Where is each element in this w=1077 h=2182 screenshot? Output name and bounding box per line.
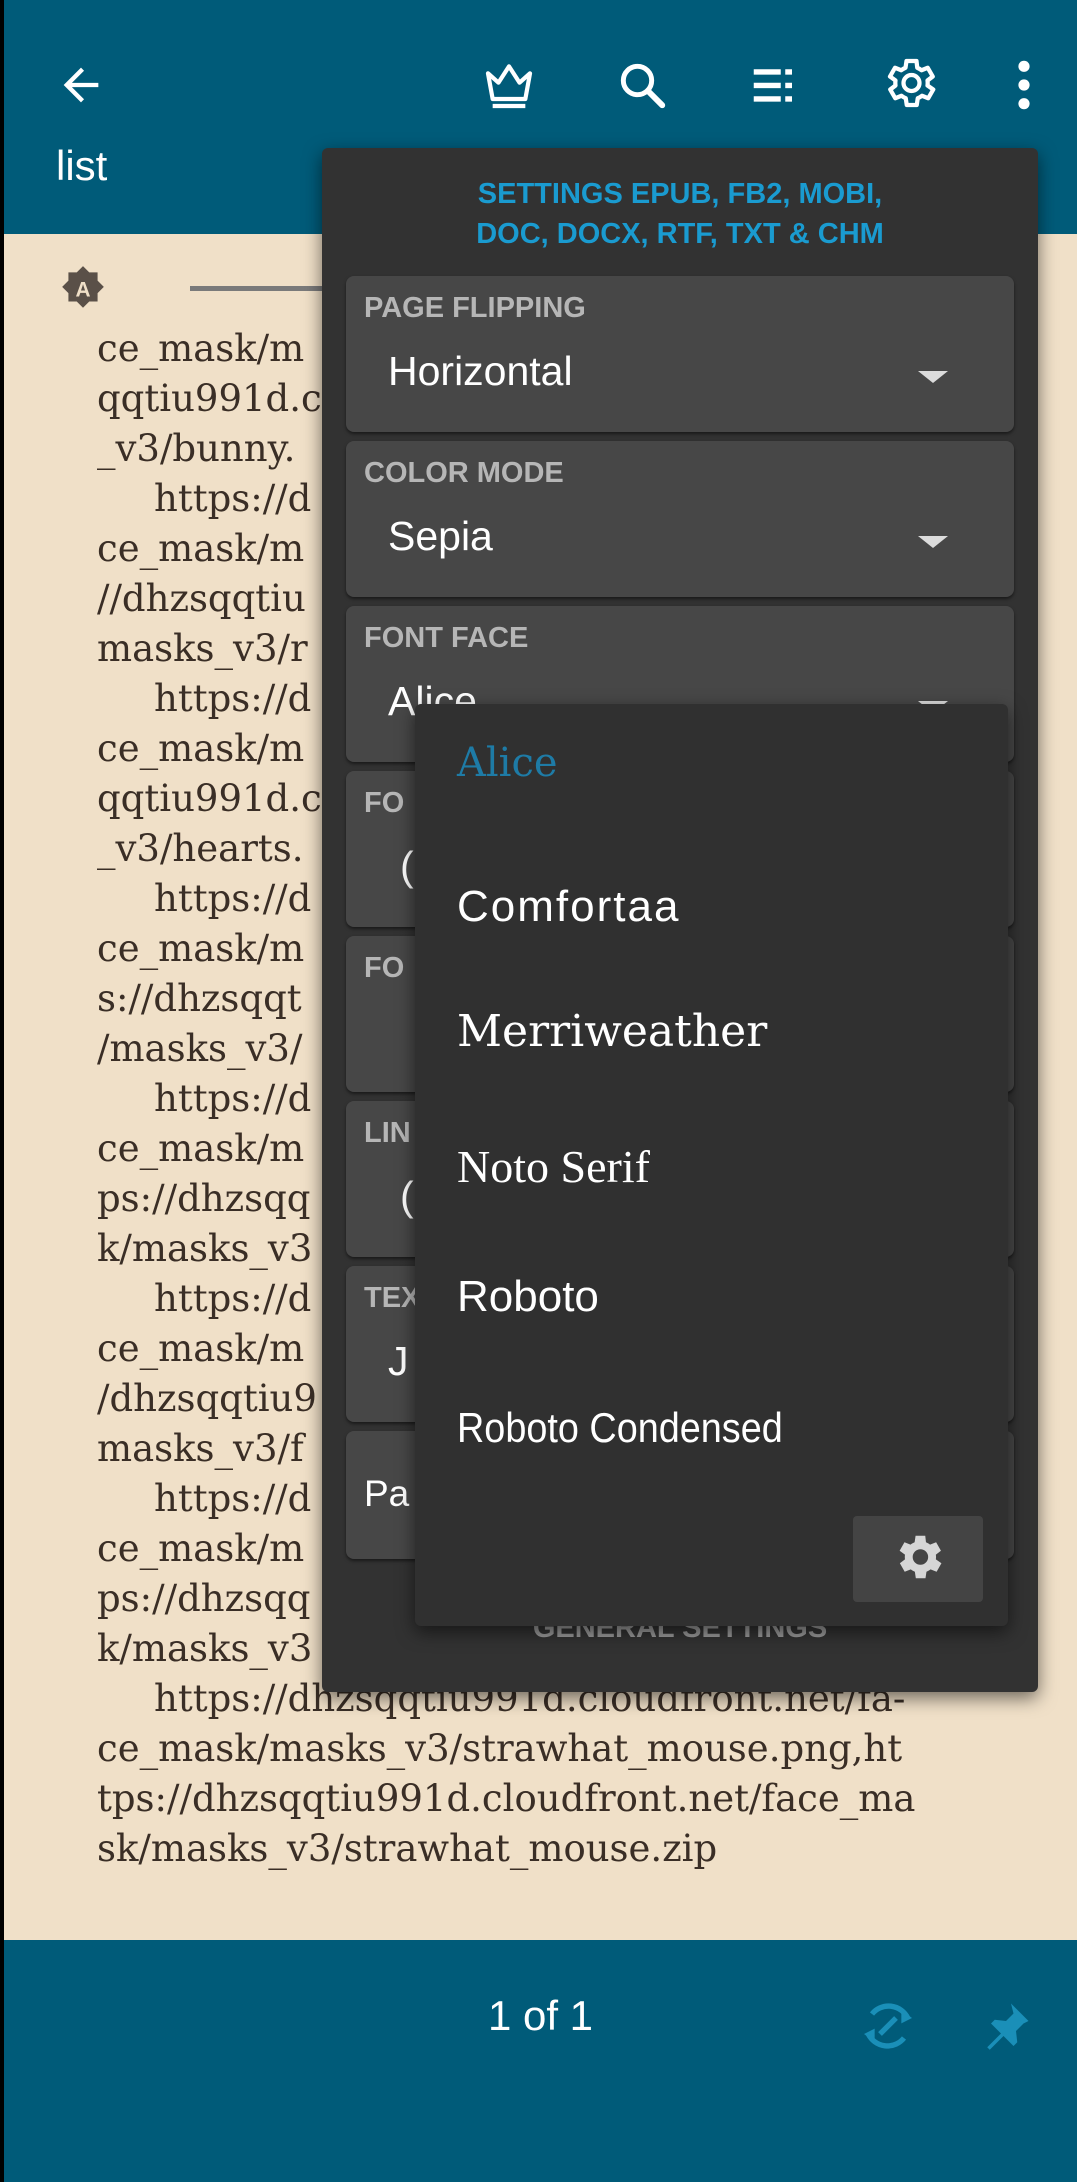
text-line: https://d (154, 677, 312, 720)
gear-icon (889, 1528, 947, 1591)
font-size-value: ( (400, 843, 414, 889)
text-line: /dhzsqqtiu9 (97, 1377, 317, 1420)
text-line: ce_mask/m (97, 1127, 305, 1170)
text-line: /masks_v3/ (97, 1027, 303, 1070)
text-line: ps://dhzsqq (97, 1577, 311, 1620)
line-spacing-label: LIN (364, 1117, 411, 1149)
back-arrow-icon[interactable] (46, 50, 116, 120)
list-menu-icon[interactable] (739, 50, 809, 120)
pin-icon[interactable] (970, 1990, 1042, 2062)
font-option-merriweather[interactable]: Merriweather (457, 1006, 767, 1057)
font-option-roboto-condensed[interactable]: Roboto Condensed (457, 1404, 783, 1452)
chevron-down-icon (918, 536, 948, 548)
text-align-label: TEX (364, 1282, 421, 1314)
settings-heading: SETTINGS EPUB, FB2, MOBI, DOC, DOCX, RTF… (322, 174, 1038, 254)
text-align-value: J (388, 1338, 409, 1384)
text-line: _v3/hearts. (97, 827, 304, 870)
text-line: tps://dhzsqqtiu991d.cloudfront.net/face_… (97, 1777, 916, 1820)
text-line: https://d (154, 877, 312, 920)
color-mode-select[interactable]: COLOR MODE Sepia (346, 441, 1014, 597)
text-line: _v3/bunny. (97, 427, 296, 470)
line-spacing-value: ( (400, 1173, 414, 1219)
page-title: list (56, 142, 108, 189)
font-option-roboto[interactable]: Roboto (457, 1272, 599, 1322)
text-line: qqtiu991d.c (97, 377, 322, 420)
font-option-alice[interactable]: Alice (457, 740, 558, 786)
font-settings-button[interactable] (853, 1516, 983, 1602)
font-face-label: FONT FACE (364, 622, 529, 654)
chevron-down-icon (918, 371, 948, 383)
font-option-noto-serif[interactable]: Noto Serif (457, 1140, 650, 1193)
text-line: ce_mask/m (97, 727, 305, 770)
text-line: https://d (154, 477, 312, 520)
page-flipping-select[interactable]: PAGE FLIPPING Horizontal (346, 276, 1014, 432)
sync-icon[interactable] (852, 1990, 924, 2062)
crown-icon[interactable] (474, 50, 544, 120)
bottom-bar: 1 of 1 (4, 1940, 1077, 2182)
settings-heading-line-2: DOC, DOCX, RTF, TXT & CHM (476, 218, 884, 250)
text-line: s://dhzsqqt (97, 977, 302, 1020)
text-line: ce_mask/m (97, 927, 305, 970)
text-line: sk/masks_v3/strawhat_mouse.zip (97, 1827, 718, 1870)
settings-heading-line-1: SETTINGS EPUB, FB2, MOBI, (477, 178, 883, 210)
text-line: //dhzsqqtiu (97, 577, 306, 620)
font-size-label: FO (364, 787, 405, 819)
page-settings-label: Pa (364, 1473, 410, 1514)
text-line: k/masks_v3 (97, 1627, 313, 1670)
text-line: qqtiu991d.c (97, 777, 322, 820)
text-line: https://d (154, 1477, 312, 1520)
color-mode-value: Sepia (388, 513, 493, 559)
text-line: https://d (154, 1077, 312, 1120)
color-mode-label: COLOR MODE (364, 457, 564, 489)
font-weight-label: FO (364, 952, 405, 984)
font-face-dropdown: Alice Comfortaa Merriweather Noto Serif … (415, 704, 1008, 1626)
font-option-comfortaa[interactable]: Comfortaa (457, 882, 680, 932)
text-line: ps://dhzsqq (97, 1177, 311, 1220)
gear-icon[interactable] (872, 46, 946, 120)
text-line: masks_v3/f (97, 1427, 304, 1470)
page-flipping-value: Horizontal (388, 348, 573, 394)
screen: list A ce_mask/m qqtiu991d.c _v3/bunny.htt… (4, 0, 1077, 2182)
overflow-menu-icon[interactable] (1004, 50, 1044, 120)
badge-letter: A (75, 279, 90, 302)
text-line: ce_mask/masks_v3/strawhat_mouse.png,ht (97, 1727, 903, 1770)
text-line: ce_mask/m (97, 1527, 305, 1570)
text-line: ce_mask/m (97, 527, 305, 570)
page-flipping-label: PAGE FLIPPING (364, 292, 586, 324)
text-line: ce_mask/m (97, 327, 305, 370)
text-line: k/masks_v3 (97, 1227, 313, 1270)
text-line: https://d (154, 1277, 312, 1320)
auto-brightness-icon[interactable]: A (58, 264, 108, 314)
text-line: ce_mask/m (97, 1327, 305, 1370)
brightness-slider[interactable] (190, 286, 340, 291)
search-icon[interactable] (607, 50, 677, 120)
text-line: masks_v3/r (97, 627, 308, 670)
